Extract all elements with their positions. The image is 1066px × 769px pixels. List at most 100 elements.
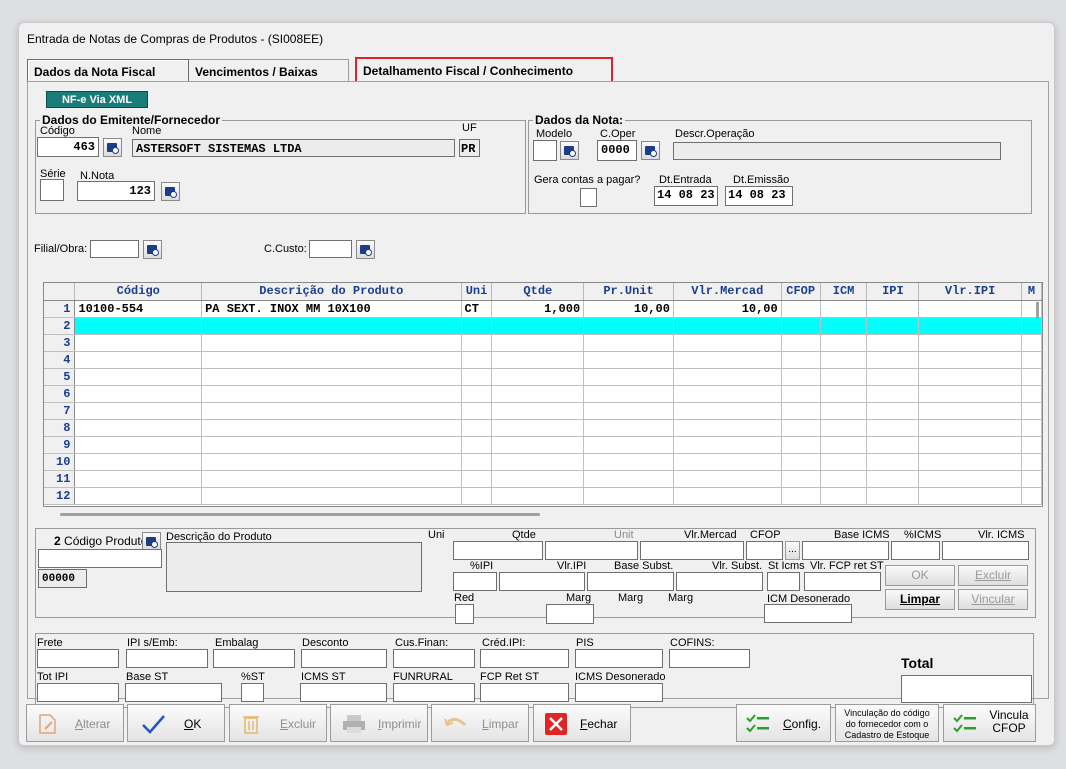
cell-descricao[interactable]: PA SEXT. INOX MM 10X100 xyxy=(201,300,462,318)
col-header[interactable]: Vlr.Mercad xyxy=(673,283,782,301)
item-basesubst-field[interactable] xyxy=(587,572,674,591)
cell[interactable] xyxy=(781,317,821,335)
cell-vlrmercad[interactable]: 10,00 xyxy=(673,300,782,318)
cell[interactable] xyxy=(461,453,493,471)
cell[interactable] xyxy=(820,419,868,437)
col-header[interactable]: Descrição do Produto xyxy=(201,283,462,301)
table-row[interactable]: 3 xyxy=(44,334,1042,352)
cell[interactable] xyxy=(918,436,1022,454)
cell[interactable] xyxy=(74,487,203,505)
cell[interactable] xyxy=(918,351,1022,369)
cell[interactable] xyxy=(461,351,493,369)
cell[interactable] xyxy=(201,385,462,403)
cell[interactable] xyxy=(583,351,674,369)
cell[interactable] xyxy=(820,317,868,335)
vincula-cfop-button[interactable]: Vincula CFOP xyxy=(943,704,1036,742)
codigo-lookup-icon[interactable] xyxy=(103,138,122,157)
item-pipi-field[interactable] xyxy=(453,572,497,591)
hscroll-thumb[interactable] xyxy=(60,513,540,516)
col-header[interactable]: Pr.Unit xyxy=(583,283,674,301)
embalag-field[interactable] xyxy=(213,649,295,668)
cell[interactable] xyxy=(781,419,821,437)
cell-codigo[interactable]: 10100-554 xyxy=(74,300,203,318)
cell[interactable] xyxy=(491,487,585,505)
col-header[interactable]: ICM xyxy=(820,283,868,301)
cell[interactable] xyxy=(1021,436,1042,454)
funrural-field[interactable] xyxy=(393,683,475,702)
cell[interactable] xyxy=(461,402,493,420)
dtentrada-field[interactable]: 14 08 23 xyxy=(654,186,718,206)
nfe-xml-button[interactable]: NF-e Via XML xyxy=(46,91,148,108)
cell[interactable] xyxy=(491,470,585,488)
cell[interactable] xyxy=(491,453,585,471)
cell-vlripi[interactable] xyxy=(918,300,1022,318)
cell[interactable] xyxy=(673,453,782,471)
vinculacao-button[interactable]: Vinculação do código do fornecedor com o… xyxy=(835,704,939,742)
cell[interactable] xyxy=(461,385,493,403)
cell[interactable] xyxy=(781,385,821,403)
item-vlrmercad-field[interactable] xyxy=(640,541,744,560)
table-row[interactable]: 9 xyxy=(44,436,1042,454)
cell[interactable] xyxy=(461,470,493,488)
coper-field[interactable]: 0000 xyxy=(597,140,637,161)
cell[interactable] xyxy=(1021,317,1042,335)
cell[interactable] xyxy=(201,334,462,352)
ok-button[interactable]: OK xyxy=(127,704,225,742)
cell[interactable] xyxy=(201,402,462,420)
fechar-button[interactable]: Fechar xyxy=(533,704,631,742)
item-codigo-field[interactable] xyxy=(38,549,162,568)
cell[interactable] xyxy=(781,351,821,369)
table-row[interactable]: 4 xyxy=(44,351,1042,369)
cell[interactable] xyxy=(74,470,203,488)
cell[interactable] xyxy=(866,334,920,352)
frete-field[interactable] xyxy=(37,649,119,668)
cell[interactable] xyxy=(918,334,1022,352)
cell[interactable] xyxy=(1021,351,1042,369)
nnota-lookup-icon[interactable] xyxy=(161,182,180,201)
cell-prunit[interactable]: 10,00 xyxy=(583,300,674,318)
ccusto-lookup-icon[interactable] xyxy=(356,240,375,259)
cell[interactable] xyxy=(491,351,585,369)
config-button[interactable]: Config. xyxy=(736,704,831,742)
col-header[interactable]: Uni xyxy=(461,283,493,301)
table-row-selected[interactable]: 2 xyxy=(44,317,1042,335)
excluir-button[interactable]: Excluir xyxy=(229,704,327,742)
cell[interactable] xyxy=(918,385,1022,403)
cell[interactable] xyxy=(491,436,585,454)
cell-ipi[interactable] xyxy=(866,300,920,318)
cell[interactable] xyxy=(1021,470,1042,488)
cell[interactable] xyxy=(820,402,868,420)
table-row[interactable]: 1 10100-554 PA SEXT. INOX MM 10X100 CT 1… xyxy=(44,300,1042,318)
tab-dados-nota[interactable]: Dados da Nota Fiscal xyxy=(27,59,189,81)
cell[interactable] xyxy=(866,317,920,335)
cell[interactable] xyxy=(461,487,493,505)
cell[interactable] xyxy=(461,317,493,335)
cell[interactable] xyxy=(461,334,493,352)
cell-uni[interactable]: CT xyxy=(461,300,493,318)
cell[interactable] xyxy=(866,487,920,505)
table-row[interactable]: 11 xyxy=(44,470,1042,488)
cell[interactable] xyxy=(583,436,674,454)
cell[interactable] xyxy=(74,368,203,386)
cell[interactable] xyxy=(74,453,203,471)
item-vlrfcp-field[interactable] xyxy=(804,572,881,591)
cell[interactable] xyxy=(491,419,585,437)
cell[interactable] xyxy=(1021,368,1042,386)
cell[interactable] xyxy=(1021,419,1042,437)
cell[interactable] xyxy=(866,351,920,369)
cell[interactable] xyxy=(201,487,462,505)
desconto-field[interactable] xyxy=(301,649,387,668)
table-row[interactable]: 12 xyxy=(44,487,1042,505)
item-descricao-field[interactable] xyxy=(166,542,422,592)
dtemissao-field[interactable]: 14 08 23 xyxy=(725,186,793,206)
cell[interactable] xyxy=(820,453,868,471)
nnota-field[interactable]: 123 xyxy=(77,181,155,201)
cell[interactable] xyxy=(866,385,920,403)
cell[interactable] xyxy=(201,453,462,471)
cell-icm[interactable] xyxy=(820,300,868,318)
item-cfop-field[interactable] xyxy=(746,541,783,560)
table-row[interactable]: 7 xyxy=(44,402,1042,420)
cell[interactable] xyxy=(781,402,821,420)
cell[interactable] xyxy=(781,487,821,505)
imprimir-button[interactable]: Imprimir xyxy=(330,704,428,742)
